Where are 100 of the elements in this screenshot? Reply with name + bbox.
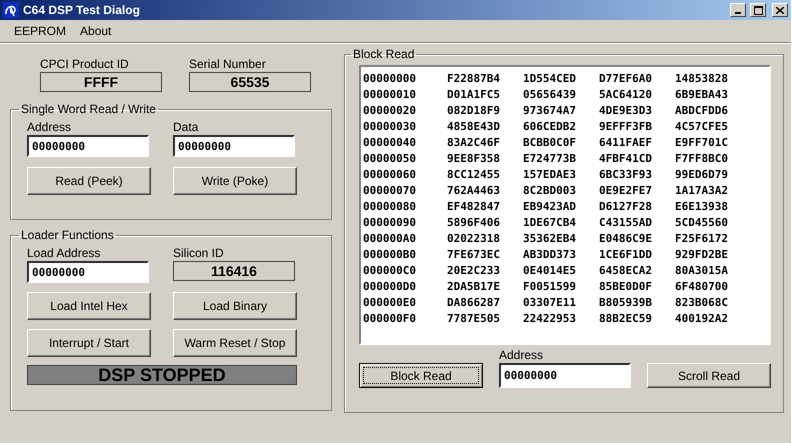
maximize-icon [754, 6, 762, 14]
address-cell-text: 00000060 [363, 168, 417, 180]
data-cell-text: 80A3015A [675, 264, 729, 276]
minimize-button[interactable] [730, 3, 746, 17]
data-cell-text: 6F480700 [675, 280, 729, 292]
data-cell-text: 6458ECA2 [599, 264, 653, 276]
data-cell-text: 88B2EC59 [599, 312, 653, 324]
data-cell-text: 99ED6D79 [675, 168, 729, 180]
field-label: Address [27, 120, 72, 135]
data-cell-text: E0486C9E [599, 232, 653, 244]
address-cell-text: 00000030 [363, 120, 417, 132]
data-cell-text: F25F6172 [675, 232, 729, 244]
address-cell-text: 00000040 [363, 136, 417, 148]
action-button[interactable]: Load Intel Hex [27, 292, 151, 320]
data-cell-text: 8C2BD003 [523, 184, 577, 196]
app-icon [3, 2, 19, 18]
data-cell-text: 8CC12455 [447, 168, 501, 180]
data-cell-text: 14853828 [675, 72, 729, 84]
data-cell-text: C43155AD [599, 216, 653, 228]
data-cell-text: 6411FAEF [599, 136, 653, 148]
address-cell-text: 00000010 [363, 88, 417, 100]
data-cell-text: D6127F28 [599, 200, 653, 212]
window-title: C64 DSP Test Dialog [23, 3, 141, 17]
data-cell-text: EB9423AD [523, 200, 577, 212]
data-cell-text: 0E4014E5 [523, 264, 577, 276]
load-address-field[interactable]: 00000000 [27, 261, 149, 283]
field-label: Silicon ID [173, 246, 225, 261]
data-cell-text: ABDCFDD6 [675, 104, 729, 116]
data-cell-text: 606CEDB2 [523, 120, 577, 132]
silicon-id-display: 116416 [173, 261, 295, 281]
address-cell-text: 000000A0 [363, 232, 417, 244]
address-cell-text: 000000C0 [363, 264, 417, 276]
data-cell-text: 7FE673EC [447, 248, 501, 260]
data-cell-text: 4C57CFE5 [675, 120, 729, 132]
data-cell-text: 157EDAE3 [523, 168, 577, 180]
menu-item[interactable]: EEPROM [14, 24, 66, 38]
action-button[interactable]: Interrupt / Start [27, 329, 151, 357]
product-id-display: FFFF [40, 72, 162, 92]
data-cell-text: 4858E43D [447, 120, 501, 132]
data-cell-text: 2DA5B17E [447, 280, 501, 292]
group-title: Single Word Read / Write [20, 102, 157, 116]
data-cell-text: 400192A2 [675, 312, 729, 324]
data-cell-text: F22887B4 [447, 72, 501, 84]
data-cell-text: 5AC64120 [599, 88, 653, 100]
address-field[interactable]: 00000000 [27, 135, 149, 157]
block-read-button[interactable]: Block Read [359, 363, 483, 388]
data-cell-text: 1A17A3A2 [675, 184, 729, 196]
field-label: Address [499, 348, 544, 363]
data-cell-text: 6BC33F93 [599, 168, 653, 180]
data-cell-text: 929FD2BE [675, 248, 729, 260]
field-label: Data [173, 120, 200, 135]
data-cell-text: 973674A7 [523, 104, 577, 116]
action-button[interactable]: Read (Peek) [27, 167, 151, 195]
data-field[interactable]: 00000000 [173, 135, 295, 157]
menu-item[interactable]: About [80, 24, 112, 38]
scroll-read-button[interactable]: Scroll Read [647, 363, 771, 388]
data-cell-text: 1DE67CB4 [523, 216, 577, 228]
data-cell-text: B805939B [599, 296, 653, 308]
data-cell-text: 9EE8F358 [447, 152, 501, 164]
data-cell-text: 02022318 [447, 232, 501, 244]
action-button[interactable]: Write (Poke) [173, 167, 297, 195]
field-label: Serial Number [189, 57, 267, 72]
data-cell-text: D01A1FC5 [447, 88, 501, 100]
data-cell-text: 082D18F9 [447, 104, 501, 116]
group-title: Loader Functions [20, 228, 115, 242]
data-cell-text: 83A2C46F [447, 136, 501, 148]
data-cell-text: 7787E505 [447, 312, 501, 324]
data-cell-text: 0E9E2FE7 [599, 184, 653, 196]
data-cell-text: 9EFFF3FB [599, 120, 653, 132]
field-label: Load Address [27, 246, 102, 261]
data-cell-text: 20E2C233 [447, 264, 501, 276]
data-cell-text: 4DE9E3D3 [599, 104, 653, 116]
data-cell-text: 22422953 [523, 312, 577, 324]
data-cell-text: DA866287 [447, 296, 501, 308]
address-cell-text: 00000070 [363, 184, 417, 196]
data-cell-text: E6E13938 [675, 200, 729, 212]
serial-number-display: 65535 [189, 72, 311, 92]
action-button[interactable]: Load Binary [173, 292, 297, 320]
data-cell-text: 03307E11 [523, 296, 577, 308]
data-cell-text: D77EF6A0 [599, 72, 653, 84]
field-label: CPCI Product ID [40, 57, 130, 72]
data-cell-text: F0051599 [523, 280, 577, 292]
data-cell-text: 1CE6F1DD [599, 248, 653, 260]
address-cell-text: 00000020 [363, 104, 417, 116]
data-cell-text: E724773B [523, 152, 577, 164]
address-cell-text: 00000090 [363, 216, 417, 228]
address-cell-text: 000000F0 [363, 312, 417, 324]
data-cell-text: AB3DD373 [523, 248, 577, 260]
data-cell-text: 762A4463 [447, 184, 501, 196]
data-cell-text: BCBB0C0F [523, 136, 577, 148]
data-cell-text: 1D554CED [523, 72, 577, 84]
close-button[interactable] [772, 3, 788, 17]
data-cell-text: 5CD45560 [675, 216, 729, 228]
data-cell-text: 35362EB4 [523, 232, 577, 244]
action-button[interactable]: Warm Reset / Stop [173, 329, 297, 357]
status-display: DSP STOPPED [27, 365, 297, 385]
data-cell-text: EF482847 [447, 200, 501, 212]
address-field[interactable]: 00000000 [499, 363, 631, 388]
address-cell-text: 000000D0 [363, 280, 417, 292]
maximize-button[interactable] [750, 3, 766, 17]
